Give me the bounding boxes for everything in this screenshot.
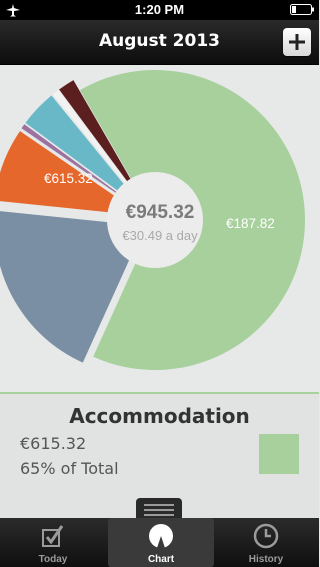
tab-history-label: History: [248, 554, 284, 565]
status-time: 1:20 PM: [134, 2, 185, 17]
category-color-swatch: [259, 434, 299, 474]
slice-label-second: €187.82: [226, 216, 275, 231]
tab-bar: Today Chart History: [0, 518, 319, 567]
clock-icon: [253, 523, 279, 549]
checkbox-icon: [42, 525, 64, 547]
add-button[interactable]: [283, 28, 311, 56]
tab-today-label: Today: [38, 554, 68, 565]
daily-average: €30.49 a day: [122, 228, 198, 243]
category-amount: €615.32: [20, 434, 87, 453]
battery-icon: [290, 4, 314, 15]
pie-chart-icon: [149, 524, 173, 548]
slice-label-accommodation: €615.32: [44, 171, 93, 186]
tab-chart-label: Chart: [147, 554, 175, 565]
pie-chart[interactable]: €945.32 €30.49 a day €615.32 €187.82: [0, 65, 319, 392]
drawer-handle[interactable]: [136, 498, 182, 520]
tab-today[interactable]: Today: [0, 518, 106, 567]
tab-chart[interactable]: Chart: [108, 518, 214, 567]
plus-icon: [289, 34, 305, 50]
page-title: August 2013: [98, 31, 220, 51]
tab-history[interactable]: History: [213, 518, 319, 567]
total-amount: €945.32: [125, 202, 195, 223]
status-bar: 1:20 PM: [0, 0, 319, 20]
category-percent: 65% of Total: [20, 459, 119, 478]
nav-bar: August 2013: [0, 20, 319, 65]
category-name: Accommodation: [69, 404, 250, 428]
